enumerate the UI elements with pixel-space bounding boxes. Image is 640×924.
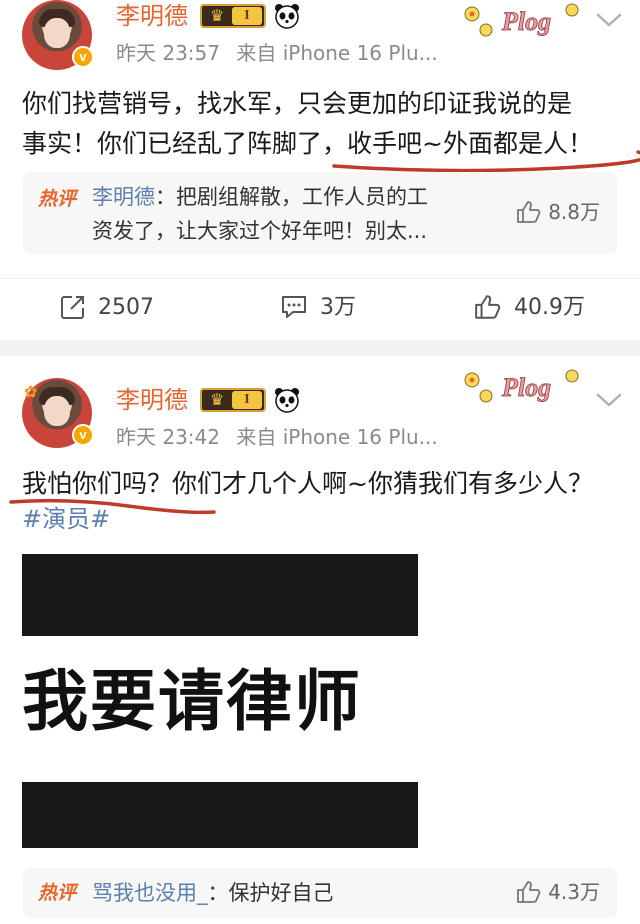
crown-badge-icon[interactable]: ♛ I	[200, 4, 266, 28]
crown-badge-icon[interactable]: ♛ I	[200, 388, 266, 412]
hot-comment-tag: 热评	[38, 188, 77, 210]
hashtag-link[interactable]: #演员#	[22, 504, 110, 534]
hot-comment-tag: 热评	[38, 882, 77, 904]
redacted-bar	[22, 554, 418, 636]
svg-text:Plog: Plog	[501, 7, 551, 36]
weibo-post: v 李明德 ♛ I 昨天 23:57 来自 iPhone 16 Plu... P…	[0, 0, 640, 340]
hot-comment-text: 资发了，让大家过个好年吧！别太...	[92, 219, 428, 243]
post-source: 来自 iPhone 16 Plu...	[236, 41, 438, 65]
panda-icon	[275, 388, 299, 413]
hot-comment-user[interactable]: 李明德	[92, 185, 155, 209]
hot-comment-like-count: 8.8万	[548, 200, 600, 224]
flower-icon: ✿	[24, 382, 38, 401]
post-source: 来自 iPhone 16 Plu...	[236, 425, 438, 449]
hot-comment-text: ：保护好自己	[207, 881, 334, 905]
comment-icon	[282, 296, 306, 318]
repost-button[interactable]: 2507	[60, 293, 154, 323]
hot-comment-user[interactable]: 骂我也没用_	[92, 881, 208, 905]
repost-count: 2507	[98, 295, 154, 320]
post-time: 昨天 23:42	[116, 425, 220, 449]
like-button[interactable]: 40.9万	[474, 293, 585, 323]
author-name[interactable]: 李明德	[116, 386, 188, 414]
avatar[interactable]: v	[22, 0, 94, 70]
post-image[interactable]: 我要请律师	[22, 548, 418, 848]
action-bar: 2507 3万 40.9万	[0, 278, 640, 338]
redacted-bar	[22, 782, 418, 848]
post-text-line: 事实！你们已经乱了阵脚了，收手吧~外面都是人！	[22, 129, 593, 158]
panda-icon	[275, 4, 299, 29]
svg-text:Plog: Plog	[501, 373, 551, 402]
plog-sticker-icon: Plog	[464, 369, 579, 403]
v-badge-icon: v	[72, 46, 94, 68]
post-meta: 昨天 23:57 来自 iPhone 16 Plu...	[116, 41, 438, 65]
post-text: 你们找营销号，找水军，只会更加的印证我说的是 事实！你们已经乱了阵脚了，收手吧~…	[22, 84, 634, 164]
plog-sticker-icon: Plog	[464, 3, 579, 37]
post-time: 昨天 23:57	[116, 41, 220, 65]
like-icon	[517, 881, 541, 903]
like-count: 40.9万	[514, 295, 585, 320]
comment-button[interactable]: 3万	[280, 293, 356, 323]
v-badge-icon: v	[72, 424, 94, 446]
hot-comment[interactable]: 热评 李明德：把剧组解散，工作人员的工 资发了，让大家过个好年吧！别太... 8…	[22, 172, 618, 254]
author-name[interactable]: 李明德	[116, 2, 188, 30]
like-icon	[475, 295, 501, 319]
hot-comment-like[interactable]: 8.8万	[516, 200, 600, 224]
post-divider	[0, 340, 640, 356]
chevron-down-icon[interactable]	[594, 390, 624, 410]
post-text: 我怕你们吗？你们才几个人啊~你猜我们有多少人？	[22, 469, 593, 498]
repost-icon	[61, 296, 84, 319]
hot-comment-like-count: 4.3万	[548, 880, 600, 904]
hot-comment-like[interactable]: 4.3万	[516, 880, 600, 904]
hot-comment-text: ：把剧组解散，工作人员的工	[155, 185, 428, 209]
post-image-text: 我要请律师	[22, 663, 362, 740]
post-text-line: 你们找营销号，找水军，只会更加的印证我说的是	[22, 89, 573, 118]
post-meta: 昨天 23:42 来自 iPhone 16 Plu...	[116, 425, 438, 449]
avatar[interactable]: ✿ v	[22, 378, 94, 448]
comment-count: 3万	[320, 295, 356, 320]
chevron-down-icon[interactable]	[594, 10, 624, 30]
weibo-post: ✿ v 李明德 ♛ I 昨天 23:42 来自 iPhone 16 Plu...…	[0, 356, 640, 924]
hot-comment[interactable]: 热评 骂我也没用_：保护好自己 4.3万	[22, 868, 618, 918]
like-icon	[517, 201, 541, 223]
